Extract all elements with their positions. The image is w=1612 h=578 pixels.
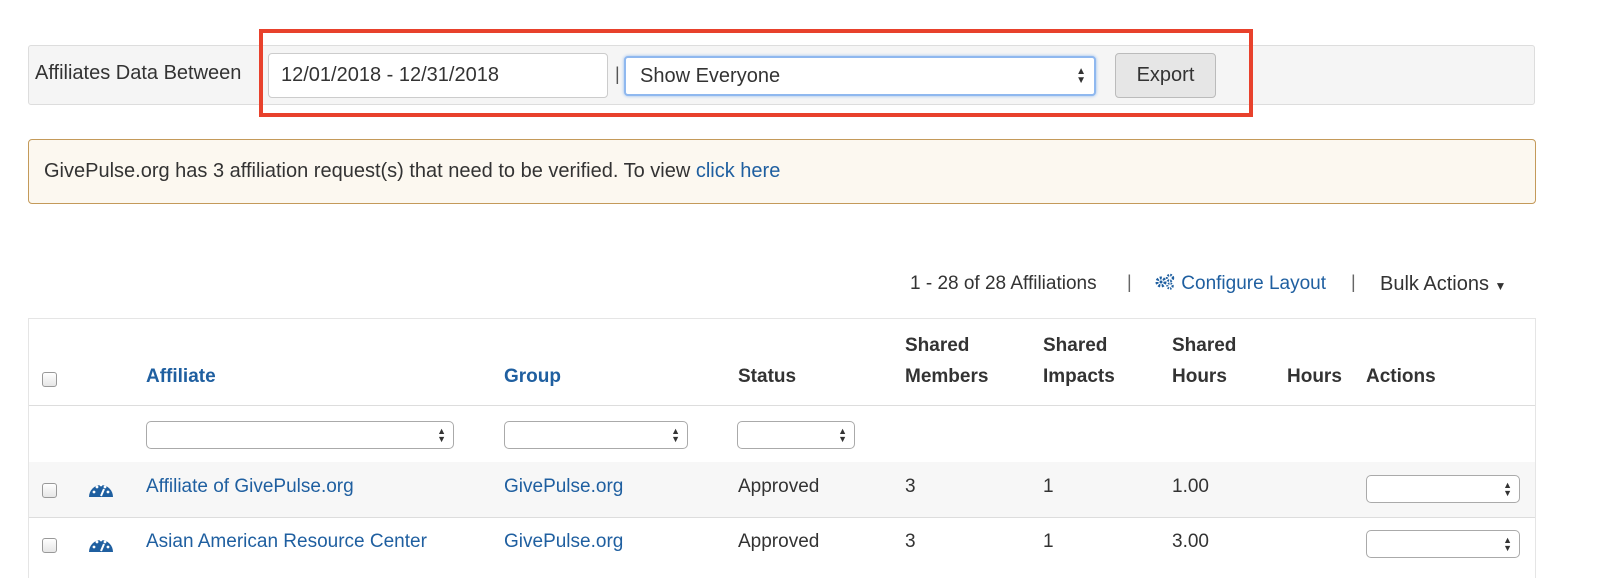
bulk-actions-dropdown[interactable]: Bulk Actions ▼ bbox=[1380, 273, 1506, 296]
shared-impacts-value: 1 bbox=[1043, 476, 1054, 497]
header-shared-impacts-2: Impacts bbox=[1043, 366, 1115, 387]
select-arrows-icon: ▲ ▼ bbox=[1503, 480, 1512, 498]
group-filter-select[interactable]: ▲ ▼ bbox=[504, 421, 688, 449]
configure-layout-link[interactable]: Configure Layout bbox=[1154, 273, 1326, 295]
caret-down-icon: ▼ bbox=[1494, 279, 1507, 293]
row-divider bbox=[29, 517, 1535, 518]
filter-label: Affiliates Data Between bbox=[35, 62, 242, 84]
row-actions-select[interactable]: ▲ ▼ bbox=[1366, 530, 1520, 558]
gears-icon bbox=[1155, 273, 1175, 290]
alert-link[interactable]: click here bbox=[696, 160, 780, 182]
status-value: Approved bbox=[738, 476, 820, 497]
affiliate-link[interactable]: Affiliate of GivePulse.org bbox=[146, 476, 354, 498]
header-shared-hours-2: Hours bbox=[1172, 366, 1227, 387]
select-arrows-icon: ▲ ▼ bbox=[437, 426, 446, 444]
group-link[interactable]: GivePulse.org bbox=[504, 531, 623, 553]
header-shared-impacts-1: Shared bbox=[1043, 335, 1108, 356]
shared-members-value: 3 bbox=[905, 476, 916, 497]
toolbar-pipe: | bbox=[1127, 272, 1132, 292]
header-shared-hours-1: Shared bbox=[1172, 335, 1237, 356]
header-group[interactable]: Group bbox=[504, 361, 561, 392]
header-status: Status bbox=[738, 366, 797, 387]
select-arrows-icon: ▲ ▼ bbox=[1503, 535, 1512, 553]
status-value: Approved bbox=[738, 531, 820, 552]
affiliate-link[interactable]: Asian American Resource Center bbox=[146, 531, 427, 553]
highlight-box bbox=[259, 29, 1253, 117]
select-arrows-icon: ▲ ▼ bbox=[838, 426, 847, 444]
row-actions-select[interactable]: ▲ ▼ bbox=[1366, 475, 1520, 503]
configure-layout-label: Configure Layout bbox=[1181, 273, 1326, 294]
shared-members-value: 3 bbox=[905, 531, 916, 552]
select-all-checkbox[interactable] bbox=[42, 372, 57, 387]
header-affiliate[interactable]: Affiliate bbox=[146, 361, 216, 392]
dashboard-icon[interactable] bbox=[88, 534, 114, 554]
bulk-actions-label: Bulk Actions bbox=[1380, 273, 1489, 295]
row-checkbox[interactable] bbox=[42, 483, 57, 498]
header-shared-members-1: Shared bbox=[905, 335, 970, 356]
alert-text: GivePulse.org has 3 affiliation request(… bbox=[44, 160, 696, 182]
affiliate-filter-select[interactable]: ▲ ▼ bbox=[146, 421, 454, 449]
header-divider bbox=[29, 405, 1535, 406]
select-arrows-icon: ▲ ▼ bbox=[671, 426, 680, 444]
header-actions: Actions bbox=[1366, 366, 1436, 387]
results-count: 1 - 28 of 28 Affiliations bbox=[910, 273, 1097, 294]
shared-hours-value: 3.00 bbox=[1172, 531, 1209, 552]
dashboard-icon[interactable] bbox=[88, 479, 114, 499]
group-link[interactable]: GivePulse.org bbox=[504, 476, 623, 498]
toolbar-pipe-2: | bbox=[1351, 272, 1356, 292]
header-hours: Hours bbox=[1287, 366, 1342, 387]
row-checkbox[interactable] bbox=[42, 538, 57, 553]
header-shared-members-2: Members bbox=[905, 366, 989, 387]
status-filter-select[interactable]: ▲ ▼ bbox=[737, 421, 855, 449]
verification-alert: GivePulse.org has 3 affiliation request(… bbox=[28, 139, 1536, 204]
shared-impacts-value: 1 bbox=[1043, 531, 1054, 552]
shared-hours-value: 1.00 bbox=[1172, 476, 1209, 497]
